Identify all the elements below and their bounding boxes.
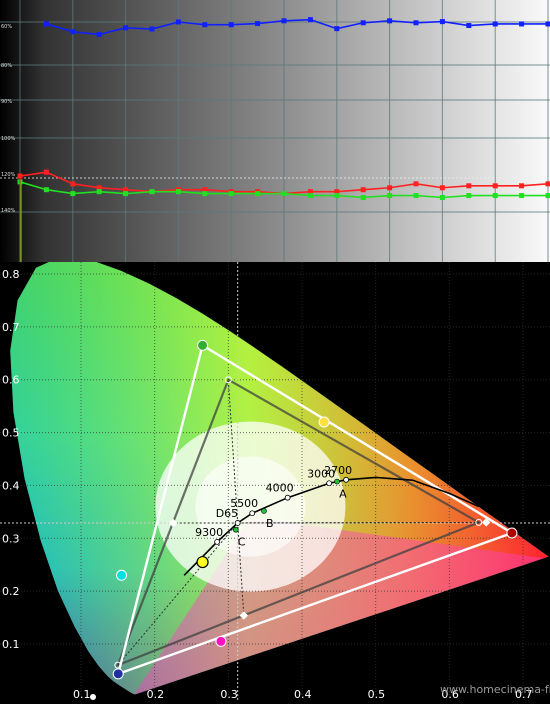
rgb-series-point (466, 23, 471, 28)
rgb-series-point (202, 191, 207, 196)
cie-y-tick-label: 0.2 (2, 585, 20, 598)
rgb-series-point (44, 21, 49, 26)
rgb-series-point (70, 191, 75, 196)
cct-label: 2700 (324, 464, 352, 477)
cct-point (285, 495, 290, 500)
rgb-series-point (202, 22, 207, 27)
rgb-series-point (414, 181, 419, 186)
cie-x-tick-label: 0.3 (220, 688, 238, 700)
cie-y-tick-label: 0.8 (2, 268, 20, 281)
rgb-series-point (546, 21, 550, 26)
cie-diagram: 0.10.20.30.40.50.60.70.80.10.20.30.40.50… (0, 262, 550, 700)
cie-y-tick-label: 0.1 (2, 638, 20, 651)
rgb-series-point (361, 195, 366, 200)
cct-label: 5500 (230, 497, 258, 510)
rgb-series-point (546, 181, 550, 186)
watermark: www.homecinema-fr.com (440, 683, 550, 696)
measured-primary-marker (198, 340, 208, 350)
rgb-series-point (361, 187, 366, 192)
cct-point (235, 520, 240, 525)
rgb-y-tick-label: 90% (1, 99, 12, 105)
rgb-y-tick-label: 80% (1, 63, 12, 69)
rgb-series-point (493, 183, 498, 188)
cct-point (250, 511, 255, 516)
rgb-series-point (44, 187, 49, 192)
rgb-series-point (70, 29, 75, 34)
rgb-series-point (361, 20, 366, 25)
cct-label: 9300 (195, 526, 223, 539)
rgb-series-point (440, 185, 445, 190)
rgb-series-point (440, 195, 445, 200)
measured-primary-marker (507, 528, 517, 538)
rgb-series-point (519, 183, 524, 188)
rgb-series-point (97, 32, 102, 37)
measured-secondary-marker (117, 570, 127, 580)
cie-x-tick-label: 0.2 (147, 688, 165, 700)
rgb-series-point (519, 21, 524, 26)
rgb-series-point (387, 185, 392, 190)
rgb-series-point (493, 21, 498, 26)
rgb-series-point (546, 193, 550, 198)
rgb-series-point (308, 193, 313, 198)
rgb-series-point (255, 191, 260, 196)
cie-y-tick-label: 0.7 (2, 321, 20, 334)
cct-point (215, 539, 220, 544)
rgb-series-point (44, 170, 49, 175)
illuminant-point (233, 527, 238, 532)
rgb-series-point (150, 189, 155, 194)
rgb-series-point (229, 191, 234, 196)
rgb-series-point (466, 183, 471, 188)
rgb-series-point (440, 19, 445, 24)
rgb-balance-chart: 60% 80% 90% 100% 120% 140% (0, 0, 550, 262)
cct-label: 4000 (266, 482, 294, 495)
cct-point (344, 477, 349, 482)
rgb-balance-plot: 60% 80% 90% 100% 120% 140% (0, 0, 550, 262)
rgb-series-point (519, 193, 524, 198)
rgb-series-point (387, 18, 392, 23)
cie-x-tick-label: 0.4 (294, 688, 312, 700)
rgb-series-point (176, 20, 181, 25)
measured-secondary-marker (216, 636, 226, 646)
rgb-series-point (150, 27, 155, 32)
illuminant-label: C (238, 536, 246, 549)
rgb-series-point (176, 189, 181, 194)
cie-x-tick-label: 0.5 (368, 688, 386, 700)
rgb-series-point (493, 193, 498, 198)
rgb-series-point (387, 193, 392, 198)
measured-secondary-marker (319, 417, 329, 427)
illuminant-label: A (339, 488, 347, 501)
rgb-series-point (308, 17, 313, 22)
illuminant-point (261, 509, 266, 514)
rgb-series-point (414, 193, 419, 198)
cie-y-tick-label: 0.3 (2, 532, 20, 545)
cie-y-tick-label: 0.6 (2, 374, 20, 387)
rgb-series-point (334, 193, 339, 198)
cct-point (327, 481, 332, 486)
rgb-series-point (123, 25, 128, 30)
illuminant-point (335, 479, 340, 484)
cie-y-tick-label: 0.4 (2, 479, 20, 492)
cie-x-tick-label: 0.1 (73, 688, 91, 700)
rgb-series-point (255, 21, 260, 26)
rgb-series-point (123, 191, 128, 196)
cie-chromaticity-chart: 0.10.20.30.40.50.60.70.80.10.20.30.40.50… (0, 262, 550, 700)
rgb-series-point (466, 193, 471, 198)
illuminant-label: B (266, 517, 274, 530)
rgb-series-point (334, 26, 339, 31)
rgb-series-point (229, 22, 234, 27)
measured-primary-marker (113, 669, 123, 679)
rgb-y-tick-label: 60% (1, 24, 12, 30)
cie-y-tick-label: 0.5 (2, 427, 20, 440)
rgb-y-tick-label: 120% (1, 172, 16, 178)
rgb-series-point (97, 189, 102, 194)
rgb-series-point (414, 20, 419, 25)
rgb-y-tick-label: 100% (1, 136, 16, 142)
rgb-y-tick-label: 140% (1, 208, 16, 214)
measured-white-point (197, 557, 208, 568)
rgb-series-point (70, 181, 75, 186)
gray-ramp-background (0, 0, 550, 262)
rgb-series-point (282, 18, 287, 23)
origin-dot (90, 694, 96, 700)
rgb-series-point (282, 191, 287, 196)
